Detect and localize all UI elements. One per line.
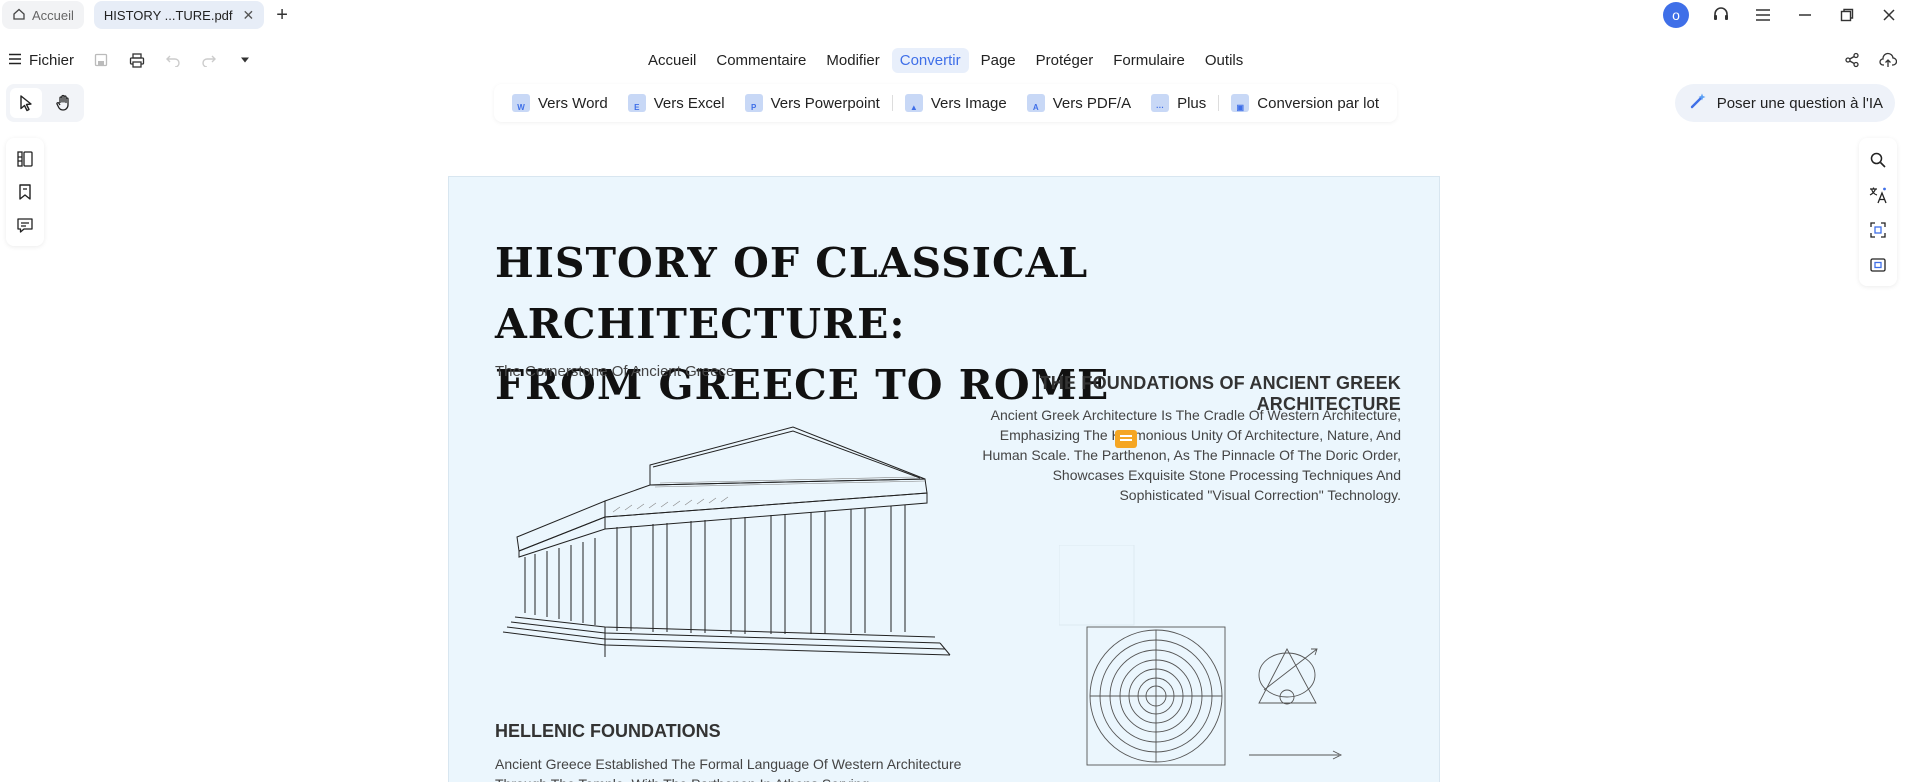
screen-capture-icon[interactable] bbox=[1867, 254, 1889, 276]
powerpoint-file-icon: P bbox=[744, 94, 763, 112]
menu-right-actions bbox=[1843, 44, 1897, 76]
tab-document-label: HISTORY ...TURE.pdf bbox=[103, 7, 233, 23]
hellenic-heading: HELLENIC FOUNDATIONS bbox=[495, 721, 721, 741]
bookmark-icon[interactable] bbox=[14, 181, 36, 203]
to-excel-button[interactable]: E Vers Excel bbox=[618, 84, 735, 122]
to-word-button[interactable]: W Vers Word bbox=[502, 84, 618, 122]
left-sidebar bbox=[6, 138, 44, 246]
to-powerpoint-label: Vers Powerpoint bbox=[770, 94, 880, 112]
batch-file-icon: ▣ bbox=[1231, 94, 1250, 112]
menu-bar: Fichier Accueil Commentaire Modifier Con… bbox=[0, 44, 1905, 76]
more-label: Plus bbox=[1177, 94, 1207, 112]
title-line-1: HISTORY OF CLASSICAL ARCHITECTURE: bbox=[495, 239, 1089, 348]
hellenic-body: Ancient Greece Established The Formal La… bbox=[495, 756, 962, 782]
cloud-upload-icon[interactable] bbox=[1879, 51, 1897, 69]
support-icon[interactable] bbox=[1711, 5, 1731, 25]
more-button[interactable]: ··· Plus bbox=[1141, 84, 1216, 122]
excel-file-icon: E bbox=[627, 94, 646, 112]
toolbar-separator bbox=[1218, 95, 1220, 111]
geometry-diagrams bbox=[1059, 545, 1343, 766]
convert-toolbar: W Vers Word E Vers Excel P Vers Powerpoi… bbox=[494, 84, 1398, 122]
hand-tool-icon[interactable] bbox=[48, 88, 80, 118]
to-word-label: Vers Word bbox=[538, 94, 608, 112]
window-controls: o bbox=[1663, 0, 1899, 30]
toolbar-separator bbox=[891, 95, 893, 111]
dropdown-arrow-icon[interactable] bbox=[236, 51, 254, 69]
batch-conversion-label: Conversion par lot bbox=[1257, 94, 1380, 112]
restore-icon[interactable] bbox=[1837, 5, 1857, 25]
menu-modifier[interactable]: Modifier bbox=[818, 48, 887, 73]
minimize-icon[interactable] bbox=[1795, 5, 1815, 25]
ai-sparkle-icon bbox=[1689, 92, 1707, 114]
select-pointer-icon[interactable] bbox=[10, 88, 42, 118]
file-menu-label: Fichier bbox=[29, 51, 75, 69]
ask-ai-button[interactable]: Poser une question à l'IA bbox=[1674, 84, 1895, 122]
quick-access-toolbar: Fichier bbox=[8, 44, 254, 76]
comment-note-icon[interactable] bbox=[1115, 430, 1137, 448]
word-file-icon: W bbox=[512, 94, 530, 112]
parthenon-illustration bbox=[502, 426, 951, 657]
close-window-icon[interactable] bbox=[1879, 5, 1899, 25]
avatar[interactable]: o bbox=[1663, 2, 1689, 28]
selection-tools bbox=[6, 84, 84, 122]
batch-conversion-button[interactable]: ▣ Conversion par lot bbox=[1221, 84, 1389, 122]
main-menu: Accueil Commentaire Modifier Convertir P… bbox=[640, 44, 1251, 76]
tab-home[interactable]: Accueil bbox=[2, 1, 84, 29]
redo-icon[interactable] bbox=[200, 51, 218, 69]
menu-proteger[interactable]: Protéger bbox=[1028, 48, 1102, 73]
hamburger-icon bbox=[8, 52, 22, 69]
tab-home-label: Accueil bbox=[32, 7, 74, 23]
ask-ai-label: Poser une question à l'IA bbox=[1716, 94, 1883, 112]
new-tab-icon[interactable]: + bbox=[276, 5, 288, 25]
menu-commentaire[interactable]: Commentaire bbox=[708, 48, 814, 73]
home-icon bbox=[12, 7, 26, 24]
pdfa-file-icon: A bbox=[1026, 94, 1045, 112]
image-file-icon: ▲ bbox=[904, 94, 923, 112]
menu-outils[interactable]: Outils bbox=[1197, 48, 1251, 73]
share-icon[interactable] bbox=[1843, 51, 1861, 69]
document-subtitle: The Cornerstone Of Ancient Greece bbox=[495, 363, 735, 380]
pdf-editor-window: Accueil HISTORY ...TURE.pdf ✕ + o Fichie… bbox=[0, 0, 1905, 782]
to-image-label: Vers Image bbox=[930, 94, 1007, 112]
ocr-scan-icon[interactable] bbox=[1867, 219, 1889, 241]
undo-icon[interactable] bbox=[164, 51, 182, 69]
search-icon[interactable] bbox=[1867, 149, 1889, 171]
print-icon[interactable] bbox=[128, 51, 146, 69]
menu-accueil[interactable]: Accueil bbox=[640, 48, 704, 73]
to-pdfa-label: Vers PDF/A bbox=[1052, 94, 1132, 112]
menu-convertir[interactable]: Convertir bbox=[891, 47, 969, 73]
menu-icon[interactable] bbox=[1753, 5, 1773, 25]
to-pdfa-button[interactable]: A Vers PDF/A bbox=[1017, 84, 1141, 122]
thumbnails-icon[interactable] bbox=[14, 148, 36, 170]
to-powerpoint-button[interactable]: P Vers Powerpoint bbox=[735, 84, 890, 122]
menu-page[interactable]: Page bbox=[973, 48, 1024, 73]
close-tab-icon[interactable]: ✕ bbox=[243, 7, 255, 24]
save-icon[interactable] bbox=[92, 51, 110, 69]
menu-formulaire[interactable]: Formulaire bbox=[1105, 48, 1193, 73]
comments-icon[interactable] bbox=[14, 214, 36, 236]
to-image-button[interactable]: ▲ Vers Image bbox=[895, 84, 1017, 122]
pdf-page: HISTORY OF CLASSICAL ARCHITECTURE: FROM … bbox=[448, 176, 1440, 782]
to-excel-label: Vers Excel bbox=[653, 94, 725, 112]
more-file-icon: ··· bbox=[1151, 94, 1170, 112]
section-body: Ancient Greek Architecture Is The Cradle… bbox=[982, 407, 1401, 503]
right-sidebar bbox=[1859, 138, 1897, 286]
tab-document[interactable]: HISTORY ...TURE.pdf ✕ bbox=[93, 1, 265, 29]
file-menu-button[interactable]: Fichier bbox=[8, 52, 74, 69]
translate-icon[interactable] bbox=[1867, 184, 1889, 206]
title-bar: Accueil HISTORY ...TURE.pdf ✕ + o bbox=[0, 0, 1905, 30]
